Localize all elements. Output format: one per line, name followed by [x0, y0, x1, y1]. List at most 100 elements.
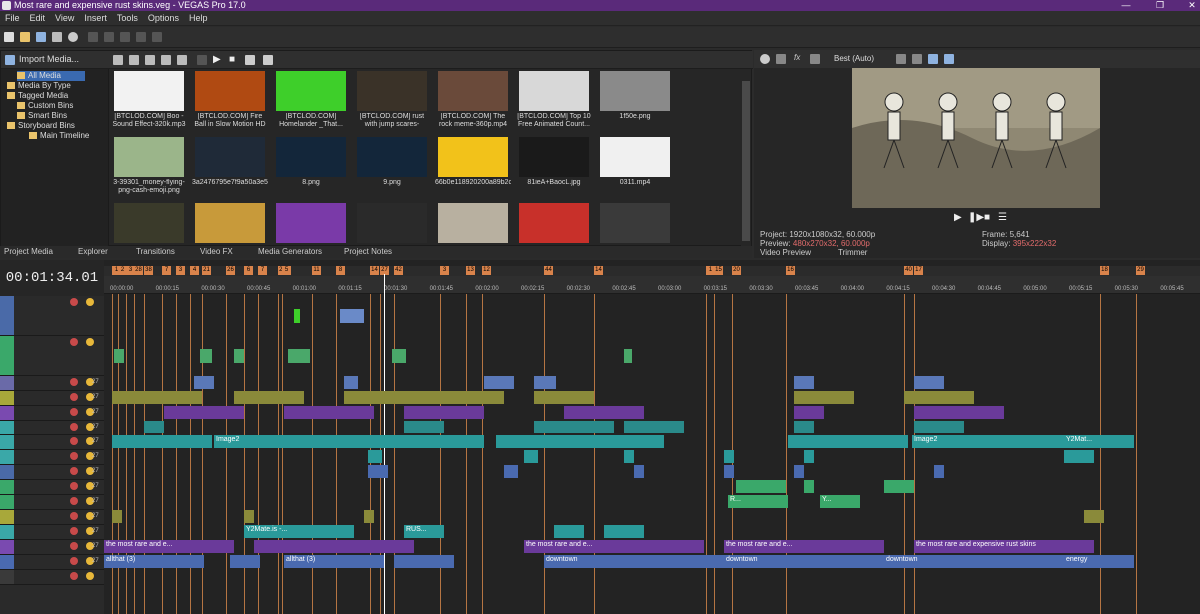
- timeline-clip[interactable]: [244, 510, 254, 523]
- menu-view[interactable]: View: [50, 11, 79, 26]
- open-folder-icon[interactable]: [20, 32, 30, 42]
- timeline-clip[interactable]: [194, 376, 214, 389]
- timeline-marker[interactable]: 3: [176, 266, 185, 275]
- timeline-clip[interactable]: [404, 421, 444, 433]
- track-header[interactable]: 27: [0, 391, 104, 406]
- timeline-clip[interactable]: [904, 391, 974, 404]
- solo-icon[interactable]: [86, 338, 94, 346]
- timeline-marker[interactable]: 8: [336, 266, 345, 275]
- timeline-clip[interactable]: [394, 555, 454, 568]
- timeline-clip[interactable]: [534, 391, 594, 404]
- timeline-clip[interactable]: [624, 349, 632, 363]
- tree-item-all-media[interactable]: All Media: [17, 71, 85, 81]
- timeline-marker[interactable]: 4: [190, 266, 199, 275]
- media-thumbnail[interactable]: 66b0e118920200a89b2c7c6c796fba19.png: [435, 137, 511, 187]
- timeline-clip[interactable]: [804, 480, 814, 493]
- timeline-clip[interactable]: [534, 421, 614, 433]
- copy-snapshot-icon[interactable]: [928, 54, 938, 64]
- timeline-marker[interactable]: 3: [440, 266, 449, 275]
- menu-file[interactable]: File: [0, 11, 25, 26]
- media-tool-icon[interactable]: [129, 55, 139, 65]
- menu-help[interactable]: Help: [184, 11, 213, 26]
- timeline-clip[interactable]: [934, 465, 944, 478]
- tab-explorer[interactable]: Explorer: [78, 247, 108, 256]
- timeline-marker[interactable]: 38: [144, 266, 153, 275]
- cut-icon[interactable]: [88, 32, 98, 42]
- timeline-clip[interactable]: [112, 391, 202, 404]
- undo-icon[interactable]: [136, 32, 146, 42]
- media-tool-icon[interactable]: [113, 55, 123, 65]
- tab-trimmer[interactable]: Trimmer: [838, 248, 867, 257]
- mute-icon[interactable]: [70, 527, 78, 535]
- track-header[interactable]: 27: [0, 540, 104, 555]
- tree-item-media-by-type[interactable]: Media By Type: [7, 81, 71, 91]
- preview-tool-icon[interactable]: [810, 54, 820, 64]
- timeline-clip[interactable]: [914, 406, 1004, 419]
- timeline-marker[interactable]: 26: [226, 266, 235, 275]
- views-icon[interactable]: [263, 55, 273, 65]
- timeline-clip[interactable]: energy: [1064, 555, 1134, 568]
- media-tool-icon[interactable]: [161, 55, 171, 65]
- timeline-marker[interactable]: 21: [202, 266, 211, 275]
- track-header[interactable]: 27: [0, 480, 104, 495]
- timeline-clip[interactable]: [724, 465, 734, 478]
- timeline-clip[interactable]: [112, 435, 212, 448]
- mute-icon[interactable]: [70, 482, 78, 490]
- timeline-clip[interactable]: [234, 349, 244, 363]
- timeline-marker[interactable]: 28: [134, 266, 143, 275]
- mute-icon[interactable]: [70, 452, 78, 460]
- timeline-marker[interactable]: 13: [466, 266, 475, 275]
- media-scrollbar[interactable]: [741, 71, 751, 247]
- timeline-marker[interactable]: 12: [482, 266, 491, 275]
- timeline-clip[interactable]: [794, 421, 814, 433]
- timeline-clip[interactable]: [534, 376, 556, 389]
- timeline-clip[interactable]: the most rare and e...: [724, 540, 884, 553]
- fx-icon[interactable]: fx: [794, 53, 800, 62]
- import-media-button[interactable]: Import Media...: [19, 54, 79, 64]
- timeline-clip[interactable]: [634, 465, 644, 478]
- media-thumbnail[interactable]: 1f50e.png: [597, 71, 673, 121]
- timeline-clip[interactable]: [368, 465, 388, 478]
- timeline-clip[interactable]: [404, 406, 484, 419]
- timecode-display[interactable]: 00:01:34.01: [0, 260, 104, 296]
- solo-icon[interactable]: [86, 298, 94, 306]
- tab-video-fx[interactable]: Video FX: [200, 247, 233, 256]
- timeline-clip[interactable]: [344, 376, 358, 389]
- media-thumbnail[interactable]: [192, 203, 268, 245]
- timeline-clip[interactable]: [788, 435, 908, 448]
- tree-item-smart-bins[interactable]: Smart Bins: [17, 111, 67, 121]
- media-thumbnail[interactable]: [BTCLOD.COM] rust with jump scares-720p6…: [354, 71, 430, 129]
- redo-icon[interactable]: [152, 32, 162, 42]
- timeline-marker[interactable]: 17: [914, 266, 923, 275]
- timeline-clip[interactable]: downtown: [544, 555, 724, 568]
- media-tool-icon[interactable]: [177, 55, 187, 65]
- tab-transitions[interactable]: Transitions: [136, 247, 175, 256]
- tab-media-generators[interactable]: Media Generators: [258, 247, 322, 256]
- play-icon[interactable]: ▶: [213, 54, 221, 65]
- preview-quality-select[interactable]: Best (Auto): [834, 54, 874, 63]
- timeline-clip[interactable]: [1084, 510, 1104, 523]
- mute-icon[interactable]: [70, 437, 78, 445]
- media-thumbnail[interactable]: 9.png: [354, 137, 430, 187]
- timeline-clip[interactable]: [112, 510, 122, 523]
- media-thumbnail[interactable]: [BTCLOD.COM] The rock meme-360p.mp4: [435, 71, 511, 129]
- media-thumbnail[interactable]: [597, 203, 673, 245]
- track-header[interactable]: 27: [0, 435, 104, 450]
- timeline-clip[interactable]: [340, 309, 364, 323]
- save-icon[interactable]: [36, 32, 46, 42]
- media-thumbnail[interactable]: [BTCLOD.COM] Homelander _That...: [273, 71, 349, 129]
- timeline-clip[interactable]: [200, 349, 212, 363]
- timeline-marker[interactable]: 16: [786, 266, 795, 275]
- timeline-marker[interactable]: 20: [732, 266, 741, 275]
- media-thumbnail[interactable]: [111, 203, 187, 245]
- timeline-clip[interactable]: [364, 510, 374, 523]
- timeline-clip[interactable]: [344, 391, 504, 404]
- timeline-marker[interactable]: 7: [162, 266, 171, 275]
- media-thumbnail[interactable]: [516, 203, 592, 245]
- media-tool-icon[interactable]: [145, 55, 155, 65]
- timeline-marker[interactable]: 42: [394, 266, 403, 275]
- preview-tool-icon[interactable]: [776, 54, 786, 64]
- tab-video-preview[interactable]: Video Preview: [760, 248, 811, 257]
- timeline-clip[interactable]: [794, 391, 854, 404]
- track-header[interactable]: 27: [0, 421, 104, 435]
